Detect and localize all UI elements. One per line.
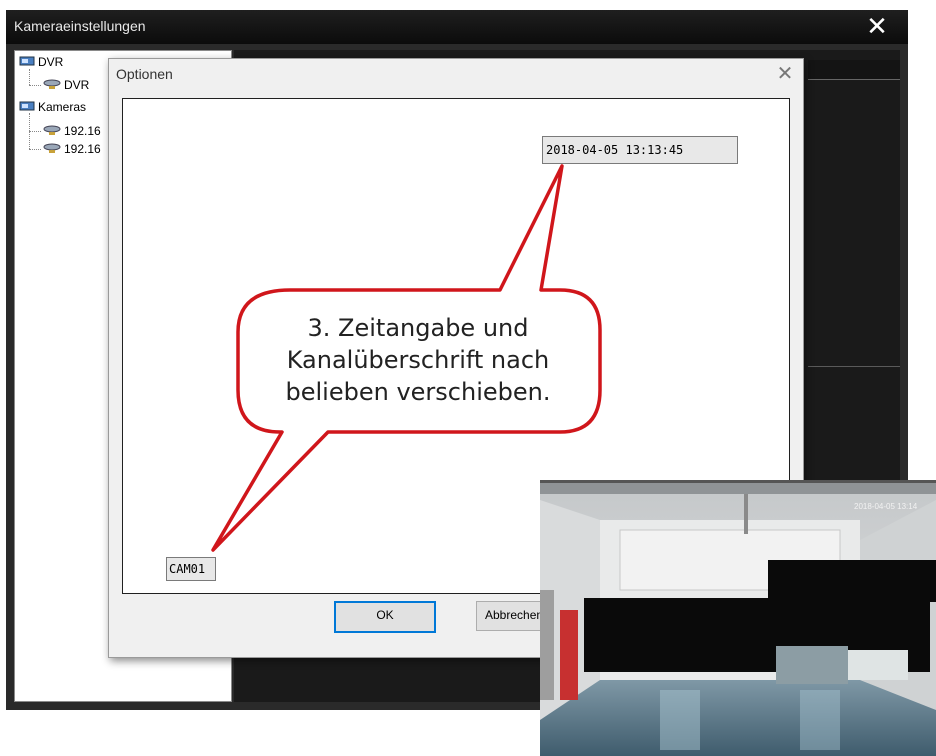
callout-text: 3. Zeitangabe und Kanalüberschrift nach … — [238, 312, 598, 408]
callout-line: 3. Zeitangabe und — [307, 314, 529, 342]
privacy-mask — [768, 560, 936, 602]
camera-preview-photo — [540, 480, 936, 756]
photo-timestamp: 2018-04-05 13:14 — [854, 502, 918, 511]
callout-line: belieben verschieben. — [285, 378, 551, 406]
callout-line: Kanalüberschrift nach — [286, 346, 550, 374]
